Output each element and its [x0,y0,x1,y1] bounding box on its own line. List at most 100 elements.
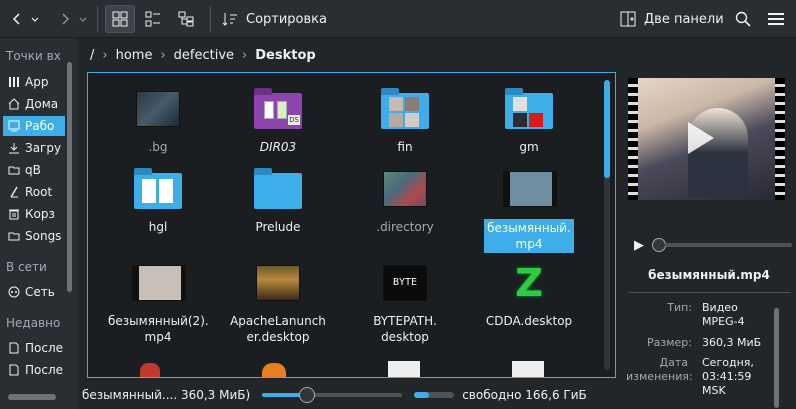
document-icon [7,341,21,355]
play-icon[interactable] [688,122,714,154]
sidebar-item-label: Songs [25,229,62,243]
details-view-icon[interactable] [138,5,168,33]
sidebar-item-label: После [25,341,64,355]
sidebar-item-trash[interactable]: Корз [3,204,65,224]
file-view[interactable]: .bg DS DIR03 fin gm hgl Prelude .directo… [87,72,616,378]
file-view-scrollbar[interactable] [604,80,610,370]
folder-icon [7,229,21,243]
split-panel-icon [620,11,636,27]
network-header: В сети [6,260,47,274]
seek-handle[interactable] [652,238,666,252]
video-thumbnail-icon [132,261,186,305]
search-icon[interactable] [730,5,756,33]
image-thumbnail-icon [132,87,184,131]
breadcrumb-home[interactable]: home [116,48,153,63]
app-icon [262,363,286,377]
file-item[interactable]: ApacheLanuncher.desktop [228,261,328,345]
file-name: BYTEPATH. desktop [373,314,437,344]
sidebar-item-songs[interactable]: Songs [3,226,65,246]
file-name: gm [519,140,539,154]
back-icon[interactable] [4,5,30,33]
zoom-slider-handle[interactable] [298,386,315,403]
forward-dropdown-icon[interactable] [76,5,90,33]
apache-game-icon [252,261,304,305]
menu-icon[interactable] [763,5,789,33]
network-icon [7,285,21,299]
file-item[interactable]: BYTE BYTEPATH. desktop [355,261,455,345]
play-button-icon[interactable]: ▶ [634,238,644,253]
sidebar-item-qb[interactable]: qB [3,160,65,180]
preview-type-key: Тип: [667,301,692,314]
folder-icon [379,87,431,131]
sidebar-item-label: После [25,363,64,377]
sidebar-item-recent-1[interactable]: После [3,338,65,358]
recent-header: Недавно [6,316,61,330]
sidebar-item-desktop[interactable]: Рабо [3,116,65,136]
file-name: hgl [148,220,168,234]
sidebar-item-downloads[interactable]: Загру [3,138,65,158]
folder-icon [252,167,304,211]
icons-view-icon[interactable] [105,5,135,33]
video-preview[interactable] [628,78,785,200]
file-item[interactable]: безымянный(2). mp4 [108,261,209,345]
file-name: .directory [376,220,434,234]
file-item[interactable]: DS DIR03 [228,87,328,155]
document-icon [7,363,21,377]
file-item[interactable]: hgl [108,167,208,235]
image-thumbnail-icon [379,167,431,211]
scrollbar-thumb[interactable] [604,80,610,178]
file-item[interactable]: gm [479,87,579,155]
split-panel-button[interactable]: Две панели [616,5,724,33]
file-item[interactable]: .bg [108,87,208,155]
file-name: безымянный(2). mp4 [108,314,209,344]
breadcrumb-current[interactable]: Desktop [255,48,315,63]
root-icon [7,185,21,199]
file-name: ApacheLanuncher.desktop [230,314,326,344]
sidebar-item-app[interactable]: App [3,72,65,92]
folder-icon [132,167,184,211]
sidebar-item-label: Рабо [25,119,55,133]
file-item[interactable]: fin [355,87,455,155]
breadcrumb: / › home › defective › Desktop [82,44,324,66]
file-item-selected[interactable]: безымянный. mp4 [479,167,579,253]
breadcrumb-defective[interactable]: defective [174,48,234,63]
toolbar: Сортировка Две панели [0,0,796,38]
forward-icon[interactable] [52,5,78,33]
sidebar-horizontal-scrollbar[interactable] [8,394,56,400]
zoom-slider[interactable] [262,386,403,404]
sidebar-item-home[interactable]: Дома [3,94,65,114]
file-name: Prelude [255,220,301,234]
file-item[interactable]: .directory [355,167,455,235]
chevron-right-icon: › [242,47,248,63]
back-dropdown-icon[interactable] [28,5,42,33]
document-icon [388,361,420,377]
chevron-right-icon: › [160,47,166,63]
places-header: Точки вх [6,49,61,63]
file-item[interactable]: Prelude [228,167,328,235]
file-name: CDDA.desktop [485,314,573,328]
sidebar-item-label: Дома [25,97,59,111]
sort-label: Сортировка [246,11,327,27]
status-selection-text: безымянный.... 360,3 МиБ) [82,387,251,402]
home-icon [7,97,21,111]
folder-icon: DS [252,87,304,131]
preview-type-value: Видео MPEG-4 [702,301,745,328]
sidebar-item-network[interactable]: Сеть [3,282,65,302]
trash-icon [7,207,21,221]
sidebar-item-label: qB [25,163,41,177]
information-panel: ▶ безымянный.mp4 Тип: Видео MPEG-4 Разме… [622,72,796,409]
file-name: DIR03 [259,140,297,154]
sort-button[interactable]: Сортировка [218,5,328,33]
sidebar-scrollbar[interactable] [67,62,72,292]
places-sidebar: Точки вх App Дома Рабо Загру qB Root Кор… [0,38,77,409]
sidebar-item-label: Загру [25,141,62,155]
status-bar: безымянный.... 360,3 МиБ) свободно 166,6… [82,380,796,409]
file-item[interactable]: Z CDDA.desktop [479,261,579,329]
file-name: .bg [148,140,168,154]
desktop-icon [7,119,21,133]
sidebar-item-root[interactable]: Root [3,182,65,202]
tree-view-icon[interactable] [171,5,201,33]
media-seek-bar[interactable]: ▶ [634,237,792,253]
sidebar-item-recent-2[interactable]: После [3,360,65,380]
breadcrumb-root[interactable]: / [90,48,94,63]
